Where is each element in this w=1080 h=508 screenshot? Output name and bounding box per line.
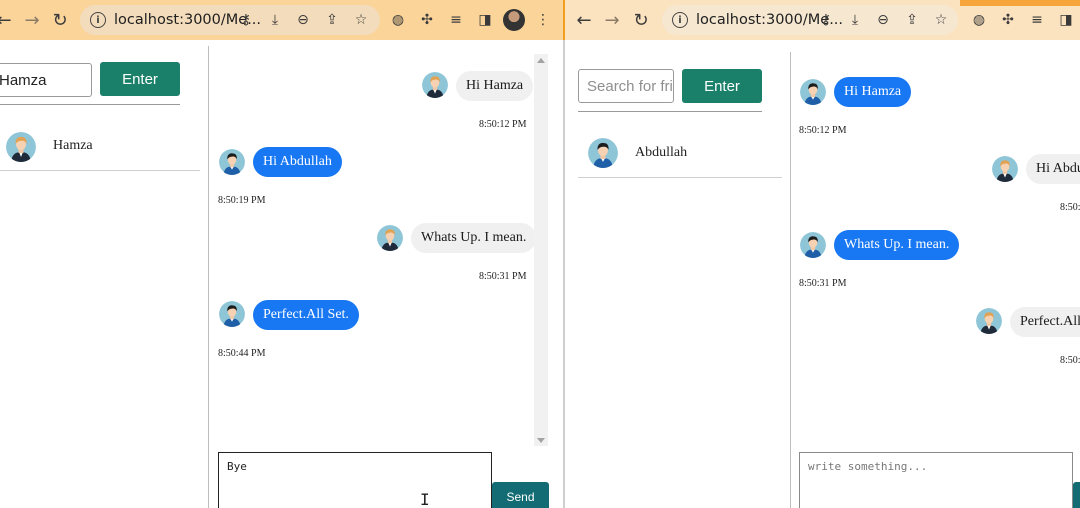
forward-arrow-icon[interactable]: → <box>20 8 44 32</box>
message-avatar <box>800 79 826 105</box>
contact-name[interactable]: Abdullah <box>635 145 687 161</box>
message-avatar <box>219 149 245 175</box>
contact-divider <box>0 170 200 171</box>
message-bubble: Perfect.All Set. <box>253 300 359 330</box>
menu-kebab-icon[interactable]: ⋮ <box>533 10 553 30</box>
message-avatar <box>992 156 1018 182</box>
left-browser-window: ← → ↻ i localhost:3000/Me... ⚷ ⤓ ⊖ ⇪ ☆ ◍… <box>0 0 563 508</box>
globe-extension-icon[interactable]: ◍ <box>969 10 989 30</box>
globe-extension-icon[interactable]: ◍ <box>388 10 408 30</box>
install-app-icon[interactable]: ⤓ <box>845 10 865 30</box>
contact-divider <box>578 177 782 178</box>
search-input[interactable] <box>0 63 92 97</box>
message-avatar <box>422 72 448 98</box>
key-icon[interactable]: ⚷ <box>816 10 836 30</box>
back-arrow-icon[interactable]: ← <box>572 8 596 32</box>
search-divider <box>0 104 180 105</box>
message-avatar <box>800 232 826 258</box>
message-avatar <box>976 308 1002 334</box>
send-button[interactable] <box>1073 482 1080 508</box>
chat-scrollbar[interactable] <box>534 54 548 446</box>
scroll-down-icon[interactable] <box>537 438 545 443</box>
info-icon[interactable]: i <box>90 12 106 28</box>
message-time: 8:50:12 PM <box>799 125 847 136</box>
panel-divider <box>208 46 209 508</box>
message-time: 8:50:19 PM <box>218 195 266 206</box>
message-bubble: Whats Up. I mean. <box>411 223 537 253</box>
message-time: 8:50:31 PM <box>479 271 527 282</box>
message-input[interactable] <box>799 452 1073 508</box>
back-arrow-icon[interactable]: ← <box>0 8 16 32</box>
message-bubble: Whats Up. I mean. <box>834 230 960 260</box>
forward-arrow-icon[interactable]: → <box>600 8 624 32</box>
zoom-icon[interactable]: ⊖ <box>293 10 313 30</box>
message-bubble: Hi Hamza <box>456 71 534 101</box>
message-time: 8:50:44 PM <box>218 348 266 359</box>
toolbar-accent <box>960 0 1080 6</box>
enter-button[interactable]: Enter <box>682 69 762 103</box>
reload-icon[interactable]: ↻ <box>48 8 72 32</box>
side-panel-icon[interactable]: ◨ <box>475 10 495 30</box>
message-time: 8:50:19 PM <box>1060 202 1080 213</box>
message-bubble: Hi Hamza <box>834 77 912 107</box>
media-control-icon[interactable]: ≡ <box>446 10 466 30</box>
profile-avatar-icon[interactable] <box>503 9 525 31</box>
search-divider <box>578 111 762 112</box>
friends-sidebar: Enter Hamza <box>0 40 208 508</box>
contact-name[interactable]: Hamza <box>53 138 93 154</box>
message-time: 8:50:12 PM <box>479 119 527 130</box>
scroll-up-icon[interactable] <box>537 58 545 63</box>
share-icon[interactable]: ⇪ <box>902 10 922 30</box>
message-input[interactable] <box>218 452 492 508</box>
enter-button[interactable]: Enter <box>100 62 180 96</box>
zoom-icon[interactable]: ⊖ <box>873 10 893 30</box>
browser-toolbar: ← → ↻ i localhost:3000/Me... ⚷ ⤓ ⊖ ⇪ ☆ ◍… <box>0 0 563 40</box>
info-icon[interactable]: i <box>672 12 688 28</box>
friends-sidebar: Enter Abdullah <box>565 40 790 508</box>
message-time: 8:50:44 PM <box>1060 355 1080 366</box>
message-time: 8:50:31 PM <box>799 278 847 289</box>
send-button[interactable]: Send <box>492 482 549 508</box>
media-control-icon[interactable]: ≡ <box>1027 10 1047 30</box>
right-browser-window: ← → ↻ i localhost:3000/Me... ⚷ ⤓ ⊖ ⇪ ☆ ◍… <box>565 0 1080 508</box>
message-avatar <box>219 301 245 327</box>
side-panel-icon[interactable]: ◨ <box>1056 10 1076 30</box>
reload-icon[interactable]: ↻ <box>629 8 653 32</box>
bookmark-star-icon[interactable]: ☆ <box>931 10 951 30</box>
extensions-puzzle-icon[interactable]: ✣ <box>998 10 1018 30</box>
bookmark-star-icon[interactable]: ☆ <box>351 10 371 30</box>
browser-toolbar: ← → ↻ i localhost:3000/Me... ⚷ ⤓ ⊖ ⇪ ☆ ◍… <box>565 0 1080 40</box>
contact-avatar <box>588 138 618 168</box>
install-app-icon[interactable]: ⤓ <box>265 10 285 30</box>
message-avatar <box>377 225 403 251</box>
search-input[interactable] <box>578 69 674 103</box>
message-bubble: Hi Abdullah <box>253 147 342 177</box>
panel-divider <box>790 52 791 508</box>
message-bubble: Perfect.All Set. <box>1010 307 1080 337</box>
share-icon[interactable]: ⇪ <box>322 10 342 30</box>
contact-avatar <box>6 132 36 162</box>
key-icon[interactable]: ⚷ <box>236 10 256 30</box>
message-bubble: Hi Abdullah <box>1026 154 1080 184</box>
text-cursor-icon: I <box>420 490 430 508</box>
extensions-puzzle-icon[interactable]: ✣ <box>417 10 437 30</box>
